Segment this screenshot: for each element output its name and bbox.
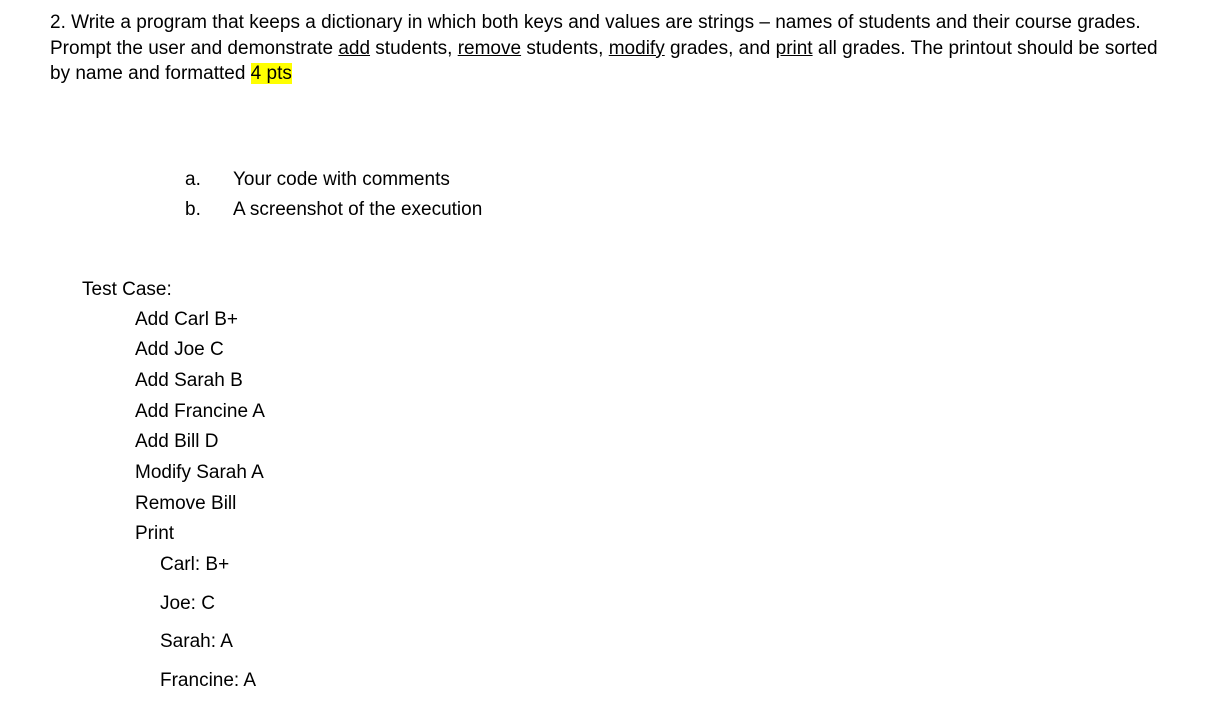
testcase-command: Add Francine A (135, 399, 1168, 425)
testcase-command: Remove Bill (135, 491, 1168, 517)
list-text: Your code with comments (233, 167, 450, 193)
question-number: 2. (50, 12, 66, 33)
requirement-item: b. A screenshot of the execution (185, 197, 1168, 223)
list-marker: b. (185, 197, 233, 223)
list-text: A screenshot of the execution (233, 197, 482, 223)
question-text-2: students, (370, 38, 458, 59)
testcase-command: Add Joe C (135, 337, 1168, 363)
requirement-item: a. Your code with comments (185, 167, 1168, 193)
testcase-command: Add Bill D (135, 429, 1168, 455)
underline-print: print (776, 38, 813, 59)
testcase-commands: Add Carl B+ Add Joe C Add Sarah B Add Fr… (135, 307, 1168, 547)
list-marker: a. (185, 167, 233, 193)
requirements-list: a. Your code with comments b. A screensh… (185, 167, 1168, 222)
question-prompt: 2. Write a program that keeps a dictiona… (50, 10, 1168, 87)
testcase-command: Add Sarah B (135, 368, 1168, 394)
testcase-command: Modify Sarah A (135, 460, 1168, 486)
output-line: Francine: A (160, 668, 1168, 694)
points-highlight: 4 pts (251, 63, 292, 84)
underline-add: add (338, 38, 370, 59)
underline-modify: modify (609, 38, 665, 59)
question-text-3: students, (521, 38, 609, 59)
testcase-output: Carl: B+ Joe: C Sarah: A Francine: A (160, 552, 1168, 694)
testcase-command: Add Carl B+ (135, 307, 1168, 333)
question-text-4: grades, and (665, 38, 776, 59)
underline-remove: remove (458, 38, 521, 59)
output-line: Sarah: A (160, 629, 1168, 655)
testcase-header: Test Case: (82, 277, 1168, 303)
output-line: Carl: B+ (160, 552, 1168, 578)
output-line: Joe: C (160, 591, 1168, 617)
testcase-command: Print (135, 521, 1168, 547)
